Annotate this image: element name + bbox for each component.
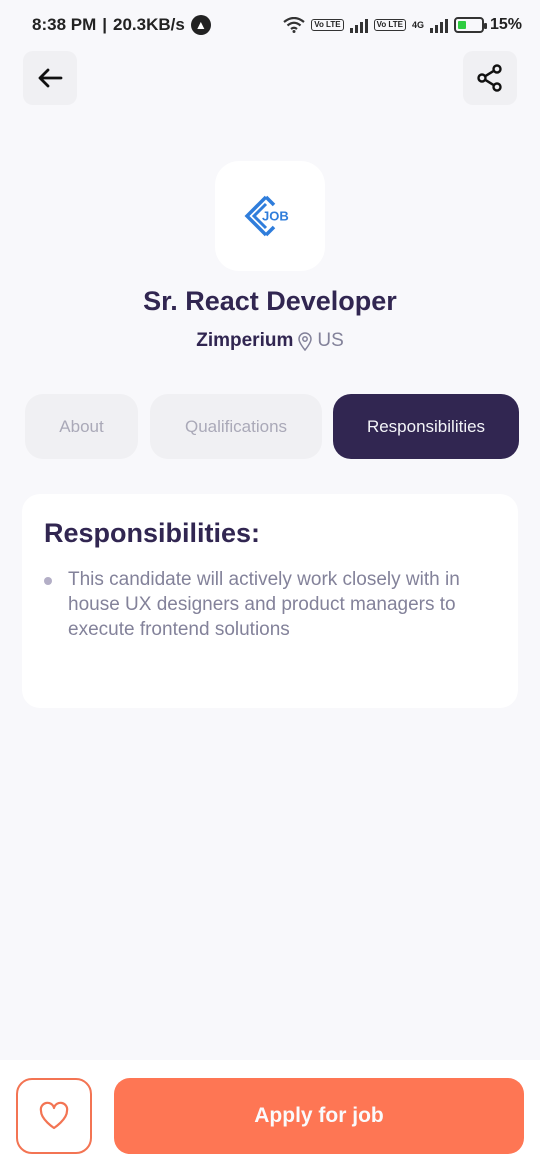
tab-responsibilities[interactable]: Responsibilities <box>333 394 519 459</box>
company-name: Zimperium <box>196 330 294 351</box>
status-left: 8:38 PM | 20.3KB/s ▲ <box>32 15 211 35</box>
status-speed: 20.3KB/s <box>113 15 185 34</box>
company-info: Zimperium US <box>0 330 540 352</box>
signal-icon-2 <box>429 17 448 33</box>
volte-badge-2: Vo LTE <box>373 19 406 31</box>
status-bar: 8:38 PM | 20.3KB/s ▲ Vo LTE Vo LTE 4G 15… <box>0 0 540 50</box>
tab-responsibilities-label: Responsibilities <box>366 416 486 436</box>
share-icon <box>477 64 502 92</box>
volte-badge-1: Vo LTE <box>311 19 344 31</box>
list-item-text: This candidate will actively work closel… <box>68 569 460 640</box>
navigation-icon: ▲ <box>190 15 211 35</box>
responsibilities-card: Responsibilities: This candidate will ac… <box>22 494 518 708</box>
wifi-icon <box>283 17 305 33</box>
tab-about-label: About <box>59 416 104 436</box>
company-logo: JOB <box>215 161 325 271</box>
location-pin-icon <box>298 332 313 351</box>
tab-about[interactable]: About <box>25 394 138 459</box>
tab-qualifications-label: Qualifications <box>184 416 288 436</box>
share-button[interactable] <box>463 51 517 105</box>
arrow-left-icon <box>38 68 63 88</box>
status-time: 8:38 PM <box>32 15 97 34</box>
battery-icon <box>453 17 487 33</box>
apply-button[interactable]: Apply for job <box>114 1078 524 1154</box>
job-title: Sr. React Developer <box>143 286 397 316</box>
list-item: This candidate will actively work closel… <box>44 567 496 642</box>
job-logo-icon: JOB <box>244 195 289 237</box>
back-button[interactable] <box>23 51 77 105</box>
battery-percent: 15% <box>489 16 522 33</box>
network-type: 4G <box>411 20 424 30</box>
section-title: Responsibilities: <box>44 518 261 548</box>
signal-icon-1 <box>349 17 368 33</box>
bullet-dot <box>44 577 52 585</box>
status-right: Vo LTE Vo LTE 4G 15% <box>283 16 522 34</box>
logo-text: JOB <box>262 209 289 224</box>
heart-icon <box>39 1101 69 1130</box>
job-location: US <box>317 330 344 351</box>
footer-bar: Apply for job <box>0 1060 540 1170</box>
like-button[interactable] <box>16 1078 92 1154</box>
tab-qualifications[interactable]: Qualifications <box>150 394 322 459</box>
